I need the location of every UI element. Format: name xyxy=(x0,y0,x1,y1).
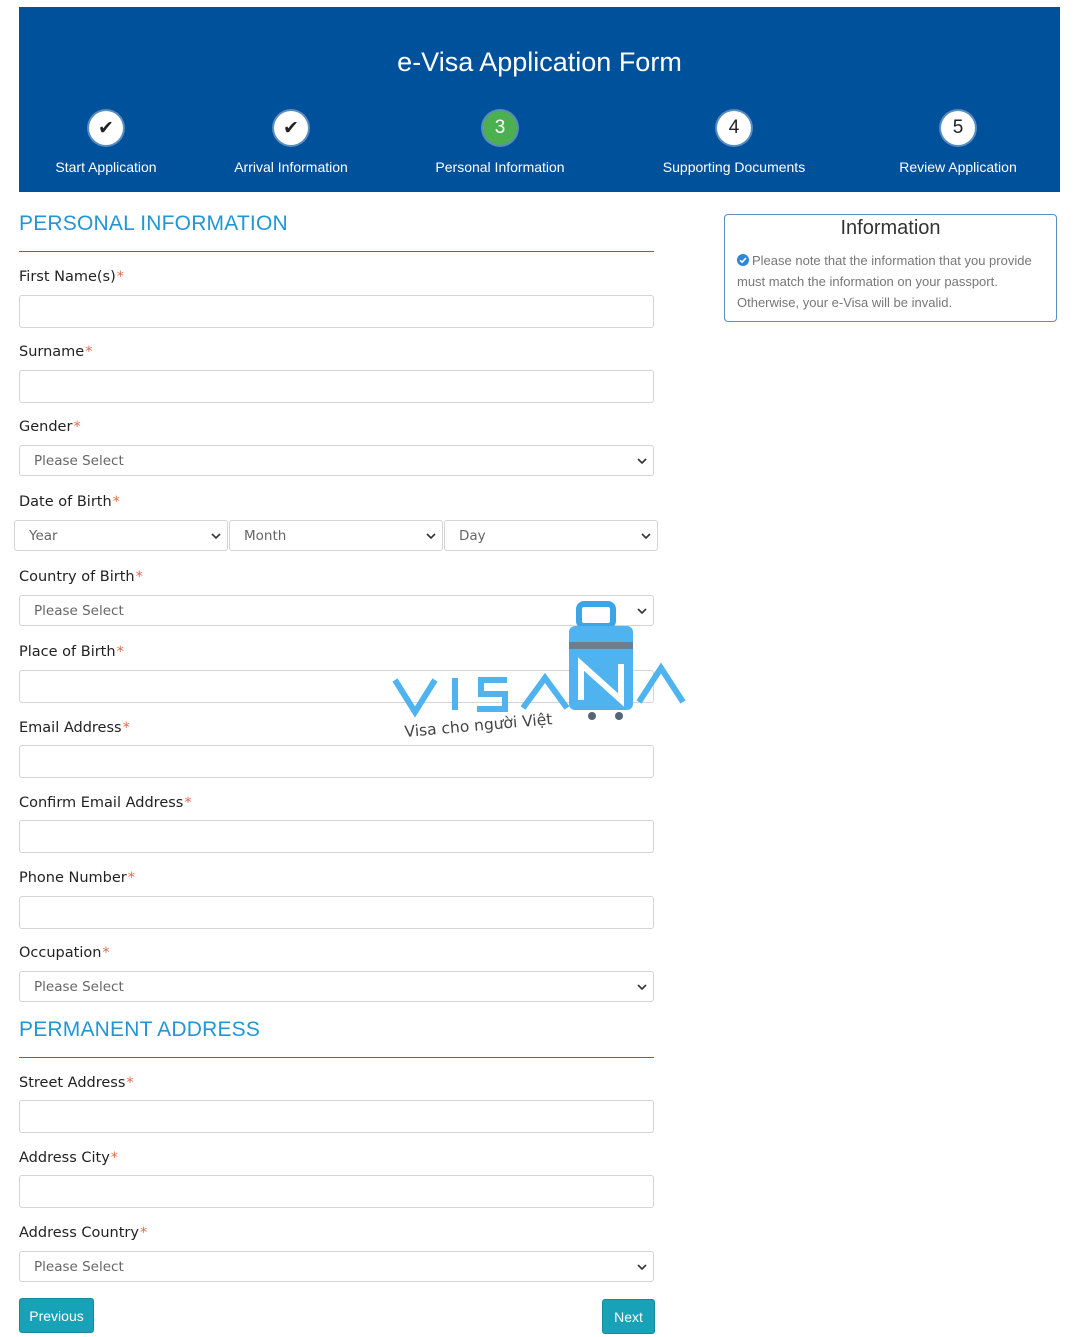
dob-day-select[interactable]: Day xyxy=(444,520,658,551)
chevron-down-icon xyxy=(641,533,651,540)
chevron-down-icon xyxy=(637,1264,647,1271)
dob-month-select[interactable]: Month xyxy=(229,520,443,551)
section-title-address: PERMANENT ADDRESS xyxy=(19,1018,261,1041)
step-personal-information[interactable]: 3 Personal Information xyxy=(400,111,600,175)
step-label: Arrival Information xyxy=(234,159,348,175)
divider xyxy=(19,251,654,252)
email-input[interactable] xyxy=(19,745,654,778)
check-circle-icon xyxy=(737,254,749,266)
gender-label: Gender* xyxy=(19,419,81,435)
step-label: Review Application xyxy=(899,159,1017,175)
occupation-select[interactable]: Please Select xyxy=(19,971,654,1002)
phone-input[interactable] xyxy=(19,896,654,929)
address-city-label: Address City* xyxy=(19,1150,119,1166)
info-text: Please note that the information that yo… xyxy=(737,253,1032,310)
chevron-down-icon xyxy=(426,533,436,540)
divider xyxy=(19,1057,654,1058)
section-title-personal: PERSONAL INFORMATION xyxy=(19,212,288,235)
confirm-email-input[interactable] xyxy=(19,820,654,853)
chevron-down-icon xyxy=(211,533,221,540)
visana-watermark-logo: Visa cho người Việt xyxy=(392,601,686,741)
address-city-input[interactable] xyxy=(19,1175,654,1208)
street-address-input[interactable] xyxy=(19,1100,654,1133)
step-start-application[interactable]: ✔ Start Application xyxy=(6,111,206,175)
occupation-label: Occupation* xyxy=(19,945,110,961)
address-country-select[interactable]: Please Select xyxy=(19,1251,654,1282)
step-label: Supporting Documents xyxy=(662,159,806,175)
step-arrival-information[interactable]: ✔ Arrival Information xyxy=(191,111,391,175)
next-button[interactable]: Next xyxy=(602,1299,655,1334)
previous-button[interactable]: Previous xyxy=(19,1298,94,1333)
information-panel: Information Please note that the informa… xyxy=(724,214,1057,322)
form-header: e-Visa Application Form ✔ Start Applicat… xyxy=(19,7,1060,192)
checkmark-icon: ✔ xyxy=(89,111,123,145)
gender-select[interactable]: Please Select xyxy=(19,445,654,476)
checkmark-icon: ✔ xyxy=(274,111,308,145)
watermark-tagline: Visa cho người Việt xyxy=(404,710,553,741)
chevron-down-icon xyxy=(637,984,647,991)
info-title: Information xyxy=(840,217,941,239)
page-title: e-Visa Application Form xyxy=(397,47,682,77)
info-text-container: Please note that the information that yo… xyxy=(737,250,1044,313)
street-address-label: Street Address* xyxy=(19,1075,134,1091)
step-supporting-documents[interactable]: 4 Supporting Documents xyxy=(634,111,834,175)
country-of-birth-label: Country of Birth* xyxy=(19,569,143,585)
place-of-birth-label: Place of Birth* xyxy=(19,644,124,660)
step-label: Personal Information xyxy=(435,159,565,175)
first-name-input[interactable] xyxy=(19,295,654,328)
step-number: 3 xyxy=(483,111,517,145)
dob-year-select[interactable]: Year xyxy=(14,520,228,551)
step-number: 4 xyxy=(717,111,751,145)
phone-label: Phone Number* xyxy=(19,870,136,886)
step-number: 5 xyxy=(941,111,975,145)
email-label: Email Address* xyxy=(19,720,130,736)
step-review-application[interactable]: 5 Review Application xyxy=(858,111,1058,175)
surname-label: Surname* xyxy=(19,344,93,360)
surname-input[interactable] xyxy=(19,370,654,403)
confirm-email-label: Confirm Email Address* xyxy=(19,795,192,811)
first-name-label: First Name(s)* xyxy=(19,269,125,285)
dob-label: Date of Birth* xyxy=(19,494,120,510)
step-label: Start Application xyxy=(55,159,157,175)
address-country-label: Address Country* xyxy=(19,1225,148,1241)
chevron-down-icon xyxy=(637,458,647,465)
